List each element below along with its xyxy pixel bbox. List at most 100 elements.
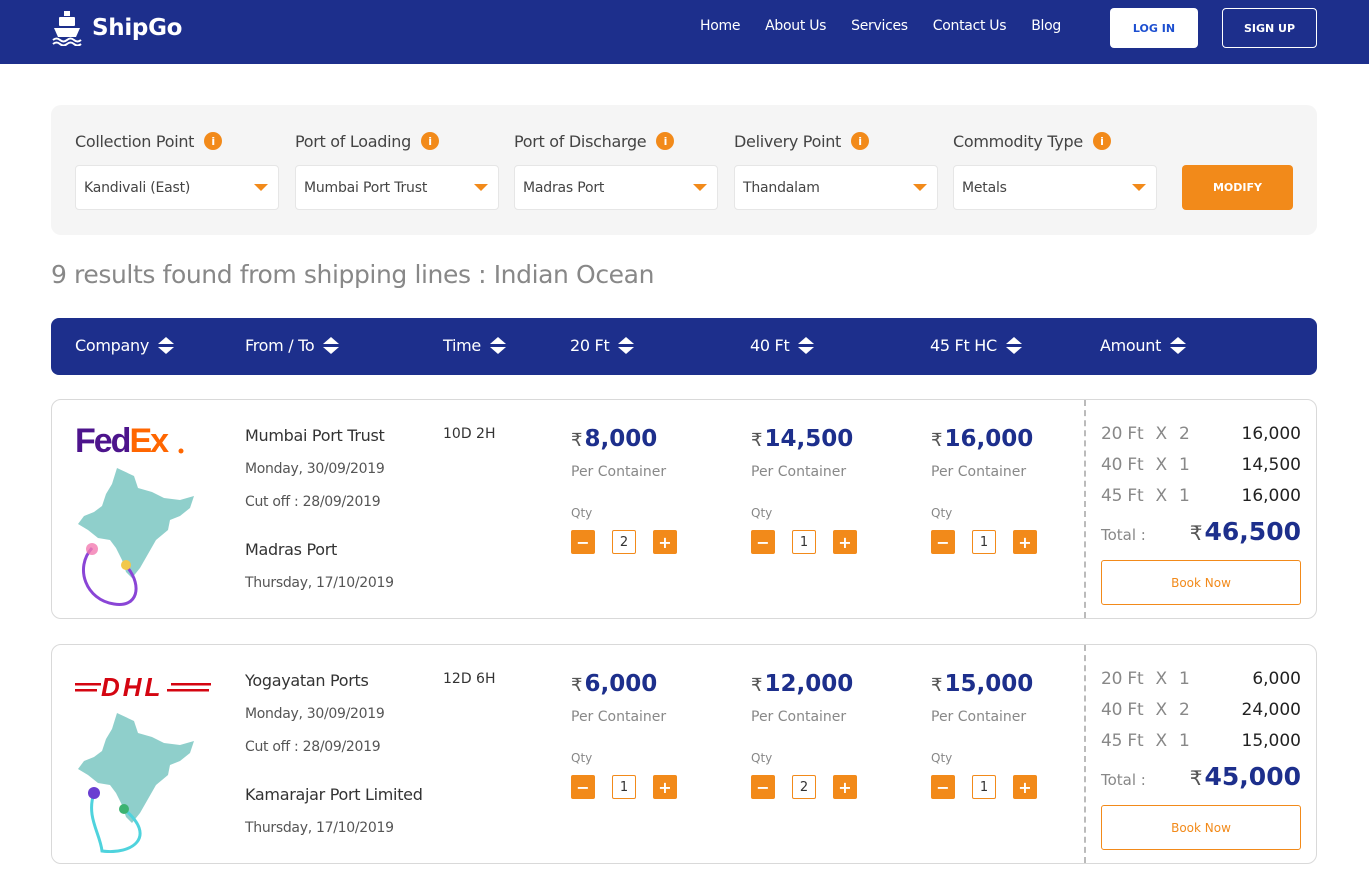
svg-text:DHL: DHL <box>101 672 163 702</box>
filter-label: Commodity Type <box>953 131 1083 151</box>
filter-label: Port of Loading <box>295 131 411 151</box>
plus-button[interactable]: + <box>1013 530 1037 554</box>
commodity-type-select[interactable]: Metals <box>953 165 1157 210</box>
select-value: Mumbai Port Trust <box>304 179 428 196</box>
order-summary: 20 Ft X 1 6,000 40 Ft X 2 24,000 45 Ft X 1 15,000… <box>1101 663 1301 850</box>
sort-icon <box>618 337 635 354</box>
plus-button[interactable]: + <box>833 775 857 799</box>
price-value: 16,000 <box>944 426 1034 452</box>
results-count-title: 9 results found from shipping lines : In… <box>51 260 655 289</box>
plus-button[interactable]: + <box>653 775 677 799</box>
filter-collection-point: Collection Point i Kandivali (East) <box>75 129 279 210</box>
origin-port: Mumbai Port Trust <box>245 426 385 445</box>
info-icon[interactable]: i <box>420 132 439 150</box>
results-table-header: Company From / To Time 20 Ft 40 Ft 45 Ft… <box>51 318 1317 375</box>
sort-amount[interactable]: Amount <box>1100 336 1187 355</box>
select-value: Metals <box>962 179 1007 196</box>
price-45ft-hc: ₹15,000 Per Container Qty −1 + <box>931 671 1101 799</box>
sort-20ft[interactable]: 20 Ft <box>570 336 635 355</box>
quantity-value[interactable]: 2 <box>792 775 816 799</box>
select-value: Kandivali (East) <box>84 179 191 196</box>
port-of-discharge-select[interactable]: Madras Port <box>514 165 718 210</box>
modify-button[interactable]: MODIFY <box>1182 165 1293 210</box>
select-value: Madras Port <box>523 179 605 196</box>
nav-services[interactable]: Services <box>851 18 908 34</box>
transit-time: 10D 2H <box>443 426 496 442</box>
port-of-loading-select[interactable]: Mumbai Port Trust <box>295 165 499 210</box>
plus-button[interactable]: + <box>1013 775 1037 799</box>
sort-company[interactable]: Company <box>75 336 175 355</box>
nav-blog[interactable]: Blog <box>1031 18 1061 34</box>
price-40ft: ₹12,000 Per Container Qty −2 + <box>751 671 921 799</box>
rupee-icon: ₹ <box>571 430 583 451</box>
per-container-label: Per Container <box>751 709 847 725</box>
filter-delivery-point: Delivery Point i Thandalam <box>734 129 938 210</box>
minus-button[interactable]: − <box>751 530 775 554</box>
total-row: Total : ₹46,500 <box>1101 517 1301 546</box>
chevron-down-icon <box>474 184 488 191</box>
minus-button[interactable]: − <box>931 775 955 799</box>
sort-from-to[interactable]: From / To <box>245 336 340 355</box>
rupee-icon: ₹ <box>571 675 583 696</box>
price-40ft: ₹14,500 Per Container Qty −1 + <box>751 426 921 554</box>
info-icon[interactable]: i <box>1092 132 1111 150</box>
fedex-logo: FedEx <box>75 422 184 460</box>
nav-about-us[interactable]: About Us <box>765 18 826 34</box>
sort-45ft-hc[interactable]: 45 Ft HC <box>930 336 1022 355</box>
quantity-value[interactable]: 1 <box>972 530 996 554</box>
nav-home[interactable]: Home <box>700 18 740 34</box>
sort-time[interactable]: Time <box>443 336 506 355</box>
quantity-value[interactable]: 1 <box>972 775 996 799</box>
header-label: 40 Ft <box>750 336 790 355</box>
departure-date: Monday, 30/09/2019 <box>245 706 385 722</box>
quantity-value[interactable]: 1 <box>612 775 636 799</box>
summary-row: 45 Ft X 1 16,000 <box>1101 485 1301 506</box>
per-container-label: Per Container <box>571 464 667 480</box>
delivery-point-select[interactable]: Thandalam <box>734 165 938 210</box>
rupee-icon: ₹ <box>931 430 943 451</box>
book-now-button[interactable]: Book Now <box>1101 805 1301 850</box>
filter-label: Port of Discharge <box>514 131 647 151</box>
brand-logo[interactable]: ShipGo <box>52 10 182 46</box>
chevron-down-icon <box>693 184 707 191</box>
info-icon[interactable]: i <box>204 132 223 150</box>
quantity-stepper: −2 + <box>571 530 741 554</box>
minus-button[interactable]: − <box>571 530 595 554</box>
quantity-value[interactable]: 1 <box>792 530 816 554</box>
sort-icon <box>489 337 506 354</box>
rupee-icon: ₹ <box>1189 521 1203 545</box>
cutoff-date: Cut off : 28/09/2019 <box>245 739 381 755</box>
price-value: 15,000 <box>944 671 1034 697</box>
rupee-icon: ₹ <box>751 430 763 451</box>
sort-40ft[interactable]: 40 Ft <box>750 336 815 355</box>
info-icon[interactable]: i <box>851 132 870 150</box>
login-button[interactable]: LOG IN <box>1110 8 1198 48</box>
sort-icon <box>1005 337 1022 354</box>
plus-button[interactable]: + <box>833 530 857 554</box>
destination-port: Madras Port <box>245 540 337 559</box>
total-label: Total : <box>1101 771 1146 789</box>
quantity-value[interactable]: 2 <box>612 530 636 554</box>
price-45ft-hc: ₹16,000 Per Container Qty −1 + <box>931 426 1101 554</box>
sort-icon <box>323 337 340 354</box>
info-icon[interactable]: i <box>656 132 675 150</box>
book-now-button[interactable]: Book Now <box>1101 560 1301 605</box>
filter-label: Delivery Point <box>734 131 842 151</box>
main-nav: Home About Us Services Contact Us Blog <box>700 18 1086 34</box>
minus-button[interactable]: − <box>571 775 595 799</box>
qty-label: Qty <box>571 506 593 520</box>
per-container-label: Per Container <box>571 709 667 725</box>
transit-time: 12D 6H <box>443 671 496 687</box>
filter-commodity-type: Commodity Type i Metals <box>953 129 1157 210</box>
minus-button[interactable]: − <box>751 775 775 799</box>
quantity-stepper: −1 + <box>931 530 1101 554</box>
collection-point-select[interactable]: Kandivali (East) <box>75 165 279 210</box>
arrival-date: Thursday, 17/10/2019 <box>245 575 394 591</box>
nav-contact-us[interactable]: Contact Us <box>933 18 1007 34</box>
header-label: From / To <box>245 336 315 355</box>
signup-button[interactable]: SIGN UP <box>1222 8 1317 48</box>
minus-button[interactable]: − <box>931 530 955 554</box>
search-filters-panel: Collection Point i Kandivali (East) Port … <box>51 105 1317 235</box>
top-navbar: ShipGo Home About Us Services Contact Us… <box>0 0 1369 64</box>
plus-button[interactable]: + <box>653 530 677 554</box>
